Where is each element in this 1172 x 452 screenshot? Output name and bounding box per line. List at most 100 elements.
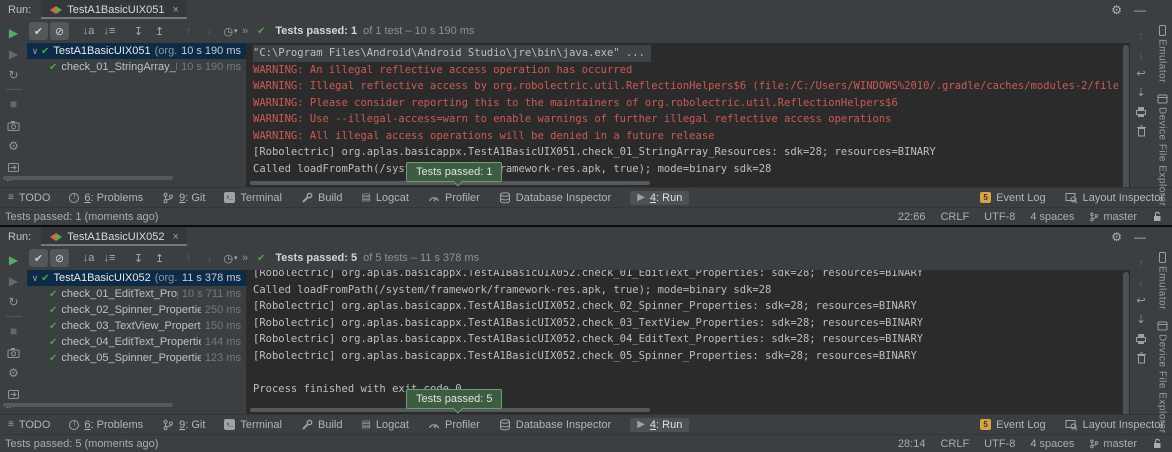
device-file-explorer-tool-button[interactable]: Device File Explorer	[1157, 93, 1168, 206]
test-history-button[interactable]: ◷▾	[221, 249, 240, 267]
toolwindow-profiler[interactable]: Profiler	[428, 419, 480, 431]
test-tree-row[interactable]: ✔ check_05_Spinner_Properties 123 ms	[27, 350, 246, 366]
scroll-up-icon[interactable]: ↑	[1134, 256, 1148, 269]
sort-by-duration-button[interactable]: ↓≡	[100, 249, 119, 267]
test-settings-icon[interactable]: ⚙	[6, 366, 22, 380]
test-tree-root-row[interactable]: ∨ ✔ TestA1BasicUIX052 (org.aplas.basica …	[27, 270, 246, 286]
close-tab-icon[interactable]: ×	[172, 4, 178, 16]
toolwindow-git[interactable]: 9: Git	[162, 192, 205, 204]
git-branch-widget[interactable]: master	[1089, 211, 1137, 223]
toolwindow-database-inspector[interactable]: Database Inspector	[499, 419, 611, 431]
tree-horizontal-scrollbar[interactable]	[3, 403, 173, 407]
soft-wrap-icon[interactable]: ↩	[1134, 67, 1148, 80]
thread-dump-icon[interactable]	[6, 118, 22, 132]
test-tree-row[interactable]: ✔ check_04_EditText_Properties 144 ms	[27, 334, 246, 350]
print-icon[interactable]	[1134, 105, 1148, 118]
line-separator[interactable]: CRLF	[940, 211, 969, 223]
toolwindow-run[interactable]: ▶4: Run	[630, 418, 689, 432]
hide-window-icon[interactable]: —	[1134, 3, 1172, 17]
show-passed-filter-button[interactable]: ✔	[29, 249, 48, 267]
test-tree-row[interactable]: ✔ check_01_EditText_Properties 10 s 711 …	[27, 286, 246, 302]
file-encoding[interactable]: UTF-8	[984, 438, 1015, 450]
device-file-explorer-tool-button[interactable]: Device File Explorer	[1157, 320, 1168, 433]
rerun-tests-button[interactable]: ▶	[6, 26, 22, 40]
show-passed-filter-button[interactable]: ✔	[29, 22, 48, 40]
toolwindow-terminal[interactable]: ›_Terminal	[224, 192, 282, 204]
caret-position[interactable]: 22:66	[898, 211, 926, 223]
pin-restore-icon[interactable]	[6, 387, 22, 401]
run-tab-testa1basicuix051[interactable]: TestA1BasicUIX051 ×	[41, 0, 187, 19]
emulator-tool-button[interactable]: Emulator	[1157, 25, 1168, 83]
scroll-to-end-icon[interactable]: ⇣	[1134, 86, 1148, 99]
collapse-all-button[interactable]: ↥	[150, 249, 169, 267]
soft-wrap-icon[interactable]: ↩	[1134, 294, 1148, 307]
stop-button[interactable]: ■	[6, 97, 22, 111]
toolwindow-problems[interactable]: !6: Problems	[69, 192, 143, 204]
test-settings-icon[interactable]: ⚙	[6, 139, 22, 153]
lock-icon[interactable]	[1152, 438, 1162, 449]
print-icon[interactable]	[1134, 332, 1148, 345]
rerun-tests-button[interactable]: ▶	[6, 253, 22, 267]
toolwindow-logcat[interactable]: ▤Logcat	[361, 419, 408, 431]
sort-alphabetically-button[interactable]: ↓a	[79, 22, 98, 40]
previous-failed-test-button[interactable]: ↑	[179, 22, 198, 40]
toolwindow-logcat[interactable]: ▤Logcat	[361, 192, 408, 204]
toolwindow-todo[interactable]: ≡TODO	[8, 419, 50, 431]
gear-icon[interactable]: ⚙	[1099, 3, 1134, 17]
file-encoding[interactable]: UTF-8	[984, 211, 1015, 223]
git-branch-widget[interactable]: master	[1089, 438, 1137, 450]
toolwindow-problems[interactable]: !6: Problems	[69, 419, 143, 431]
thread-dump-icon[interactable]	[6, 345, 22, 359]
toolwindow-build[interactable]: Build	[301, 192, 342, 204]
toolwindow-run[interactable]: ▶4: Run	[630, 191, 689, 205]
indent-style[interactable]: 4 spaces	[1030, 438, 1074, 450]
toolwindow-terminal[interactable]: ›_Terminal	[224, 419, 282, 431]
rerun-failed-tests-button[interactable]: ▶	[6, 274, 22, 288]
test-tree-row[interactable]: ✔ check_03_TextView_Properties 150 ms	[27, 318, 246, 334]
scroll-down-icon[interactable]: ↓	[1134, 275, 1148, 288]
test-history-button[interactable]: ◷▾	[221, 22, 240, 40]
console-vertical-scrollbar[interactable]	[1123, 45, 1129, 187]
layout-inspector-button[interactable]: Layout Inspector	[1065, 192, 1164, 204]
show-ignored-filter-button[interactable]: ⊘	[50, 22, 69, 40]
console-vertical-scrollbar[interactable]	[1123, 272, 1129, 414]
toolwindow-profiler[interactable]: Profiler	[428, 192, 480, 204]
event-log-button[interactable]: 5Event Log	[980, 419, 1046, 431]
collapse-all-button[interactable]: ↥	[150, 22, 169, 40]
sort-alphabetically-button[interactable]: ↓a	[79, 249, 98, 267]
show-ignored-filter-button[interactable]: ⊘	[50, 249, 69, 267]
emulator-tool-button[interactable]: Emulator	[1157, 252, 1168, 310]
toolwindow-git[interactable]: 9: Git	[162, 419, 205, 431]
hide-window-icon[interactable]: —	[1134, 230, 1172, 244]
toolbar-overflow-icon[interactable]: »	[242, 25, 248, 37]
event-log-button[interactable]: 5Event Log	[980, 192, 1046, 204]
close-tab-icon[interactable]: ×	[172, 231, 178, 243]
toggle-auto-test-button[interactable]: ↻	[6, 68, 22, 82]
next-failed-test-button[interactable]: ↓	[200, 249, 219, 267]
test-tree-row[interactable]: ✔ check_01_StringArray_Resources 10 s 19…	[27, 59, 246, 75]
caret-position[interactable]: 28:14	[898, 438, 926, 450]
chevron-down-icon[interactable]: ∨	[31, 273, 39, 284]
clear-all-trash-icon[interactable]	[1134, 124, 1148, 137]
expand-all-button[interactable]: ↧	[129, 22, 148, 40]
lock-icon[interactable]	[1152, 211, 1162, 222]
test-tree-row[interactable]: ✔ check_02_Spinner_Properties 250 ms	[27, 302, 246, 318]
previous-failed-test-button[interactable]: ↑	[179, 249, 198, 267]
chevron-down-icon[interactable]: ∨	[31, 46, 39, 57]
clear-all-trash-icon[interactable]	[1134, 351, 1148, 364]
stop-button[interactable]: ■	[6, 324, 22, 338]
layout-inspector-button[interactable]: Layout Inspector	[1065, 419, 1164, 431]
gear-icon[interactable]: ⚙	[1099, 230, 1134, 244]
toolwindow-database-inspector[interactable]: Database Inspector	[499, 192, 611, 204]
run-tab-testa1basicuix052[interactable]: TestA1BasicUIX052 ×	[41, 227, 187, 246]
scroll-down-icon[interactable]: ↓	[1134, 48, 1148, 61]
toolwindow-todo[interactable]: ≡TODO	[8, 192, 50, 204]
indent-style[interactable]: 4 spaces	[1030, 211, 1074, 223]
toolbar-overflow-icon[interactable]: »	[242, 252, 248, 264]
tree-horizontal-scrollbar[interactable]	[3, 176, 173, 180]
rerun-failed-tests-button[interactable]: ▶	[6, 47, 22, 61]
next-failed-test-button[interactable]: ↓	[200, 22, 219, 40]
line-separator[interactable]: CRLF	[940, 438, 969, 450]
toggle-auto-test-button[interactable]: ↻	[6, 295, 22, 309]
expand-all-button[interactable]: ↧	[129, 249, 148, 267]
